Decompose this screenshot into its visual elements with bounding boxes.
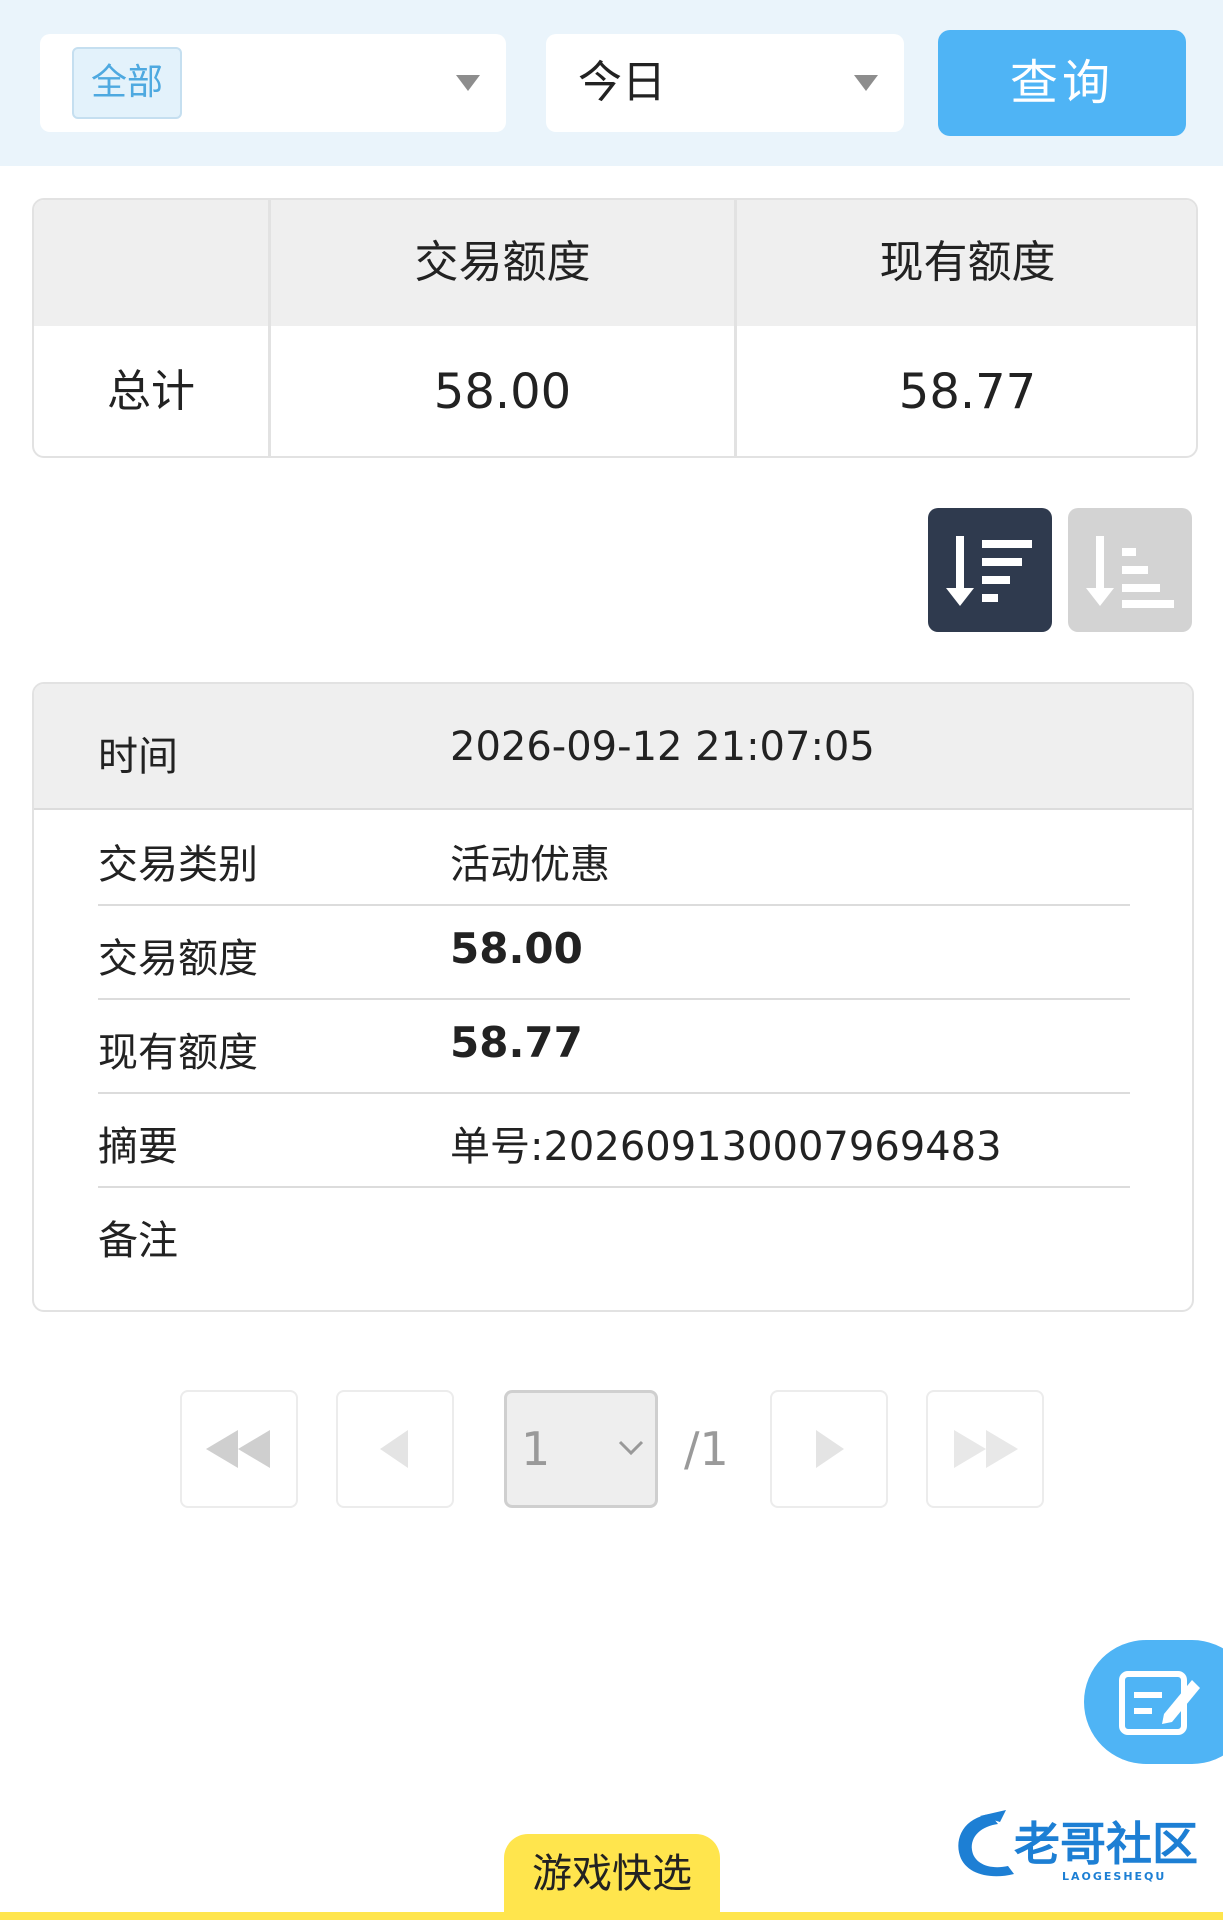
summary-trade-amount: 58.00 [433, 364, 572, 420]
date-range-select[interactable]: 今日 [546, 34, 904, 132]
summary-row-label: 总计 [107, 366, 195, 417]
transaction-type-select[interactable]: 全部 [40, 34, 506, 132]
row-label-category: 交易类别 [98, 842, 258, 888]
next-page-icon [816, 1430, 844, 1468]
sort-descending-button[interactable] [928, 508, 1052, 632]
summary-header-empty [34, 200, 268, 326]
row-value-category: 活动优惠 [450, 842, 610, 888]
row-divider [98, 1092, 1130, 1094]
transaction-detail-card: 时间 2026-09-12 21:07:05 交易类别 活动优惠 交易额度 58… [32, 682, 1194, 1312]
caret-down-icon [456, 75, 480, 91]
row-divider [98, 998, 1130, 1000]
next-page-button[interactable] [770, 1390, 888, 1508]
first-page-button[interactable] [180, 1390, 298, 1508]
last-page-icon [954, 1430, 1018, 1468]
current-page: 1 [521, 1422, 551, 1476]
row-divider [98, 1186, 1130, 1188]
summary-header-trade-amount: 交易额度 [414, 237, 591, 288]
edit-note-icon [1119, 1671, 1200, 1735]
chevron-down-icon [618, 1440, 644, 1456]
time-label: 时间 [98, 734, 178, 780]
page-select[interactable]: 1 [504, 1390, 658, 1508]
row-label-balance: 现有额度 [98, 1030, 258, 1076]
summary-header-balance: 现有额度 [879, 237, 1056, 288]
row-label-remark: 备注 [98, 1218, 178, 1264]
row-value-summary: 单号:202609130007969483 [450, 1124, 1002, 1170]
row-divider [98, 904, 1130, 906]
sort-ascending-icon [1086, 536, 1174, 608]
bottom-strip [0, 1912, 1223, 1920]
watermark-logo: 老哥社区 LAOGESHEQU [950, 1808, 1210, 1884]
row-value-balance: 58.77 [450, 1018, 583, 1067]
sort-descending-icon [946, 536, 1032, 606]
date-range-value: 今日 [578, 57, 666, 108]
game-quick-select-tab[interactable]: 游戏快选 [504, 1834, 720, 1920]
filter-bar: 全部 今日 查询 [0, 0, 1223, 166]
first-page-icon [206, 1430, 270, 1468]
svg-text:LAOGESHEQU: LAOGESHEQU [1062, 1870, 1166, 1883]
summary-balance: 58.77 [898, 364, 1037, 420]
time-value: 2026-09-12 21:07:05 [450, 724, 875, 770]
caret-down-icon [854, 75, 878, 91]
last-page-button[interactable] [926, 1390, 1044, 1508]
svg-text:老哥社区: 老哥社区 [1014, 1817, 1198, 1871]
row-value-trade-amount: 58.00 [450, 924, 583, 973]
prev-page-icon [380, 1430, 408, 1468]
row-label-trade-amount: 交易额度 [98, 936, 258, 982]
page-total: /1 [684, 1422, 729, 1476]
sort-ascending-button[interactable] [1068, 508, 1192, 632]
type-chip[interactable]: 全部 [72, 47, 182, 119]
query-button[interactable]: 查询 [938, 30, 1186, 136]
prev-page-button[interactable] [336, 1390, 454, 1508]
floating-edit-button[interactable] [1084, 1640, 1223, 1764]
row-label-summary: 摘要 [98, 1124, 178, 1170]
summary-table: 交易额度 现有额度 总计 58.00 58.77 [32, 198, 1198, 458]
